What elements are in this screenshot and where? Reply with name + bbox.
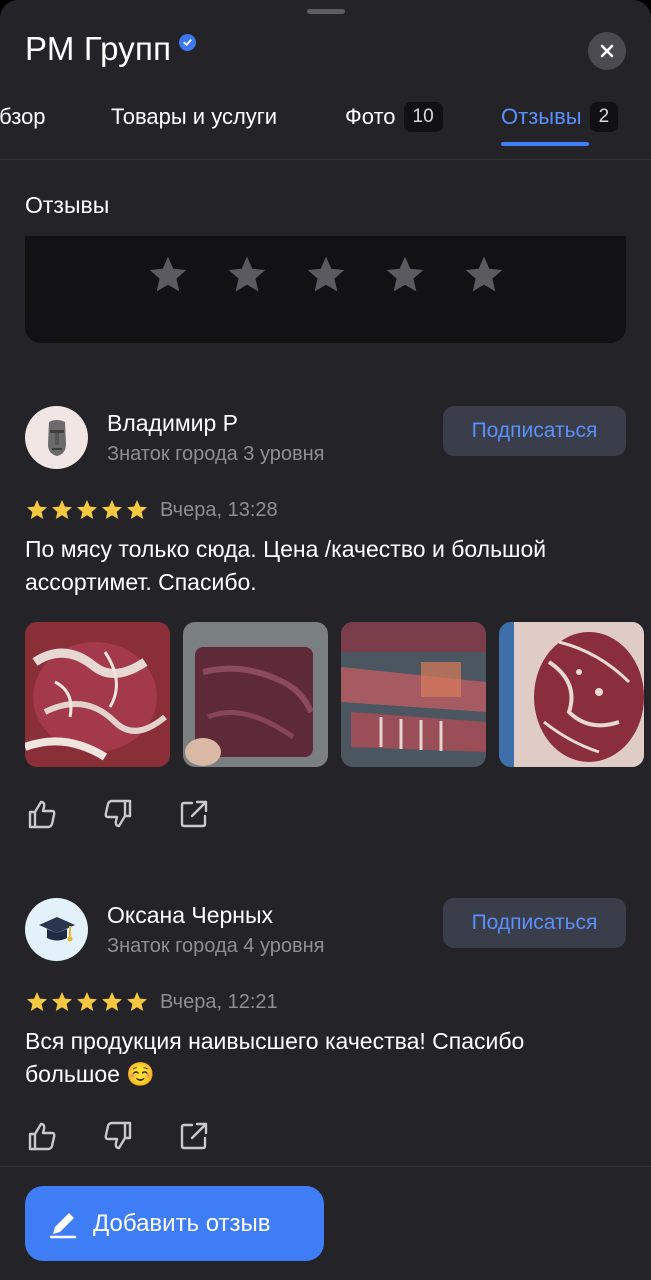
add-review-label: Добавить отзыв: [93, 1209, 271, 1237]
thumbs-up-icon[interactable]: [25, 797, 59, 831]
review-photos: [25, 622, 644, 767]
review-actions: [25, 1119, 211, 1153]
avatar[interactable]: [25, 406, 88, 469]
review-author[interactable]: Владимир Р: [107, 410, 238, 437]
tab-overview[interactable]: Обзор: [0, 98, 46, 136]
tab-reviews[interactable]: Отзывы 2: [501, 98, 619, 136]
star-icon: [52, 992, 72, 1011]
sheet-grabber[interactable]: [307, 9, 345, 14]
header: РМ Групп: [25, 30, 197, 68]
bottom-sheet: РМ Групп Обзор Товары и услуги Фото 10 О…: [0, 0, 651, 1280]
review-photo[interactable]: [341, 622, 486, 767]
close-button[interactable]: [588, 32, 626, 70]
star-icon: [102, 992, 122, 1011]
review-author-level: Знаток города 4 уровня: [107, 935, 325, 957]
pencil-icon: [49, 1212, 77, 1238]
rate-star-icon[interactable]: [304, 253, 348, 297]
star-icon: [77, 992, 97, 1011]
review-date: Вчера, 12:21: [160, 990, 278, 1013]
share-icon[interactable]: [177, 797, 211, 831]
footer-divider: [0, 1166, 651, 1167]
tab-label: Обзор: [0, 104, 46, 129]
review-photo[interactable]: [499, 622, 644, 767]
tab-label: Фото: [345, 104, 396, 129]
rate-star-icon[interactable]: [462, 253, 506, 297]
review-rating: Вчера, 12:21: [25, 990, 278, 1014]
thumbs-down-icon[interactable]: [101, 797, 135, 831]
tab-label: Товары и услуги: [111, 104, 278, 129]
review-author[interactable]: Оксана Черных: [107, 902, 273, 929]
avatar[interactable]: [25, 898, 88, 961]
review-photo[interactable]: [183, 622, 328, 767]
tab-count-badge: 2: [589, 102, 619, 132]
tab-goods-services[interactable]: Товары и услуги: [111, 98, 277, 136]
thumbs-up-icon[interactable]: [25, 1119, 59, 1153]
thumbs-down-icon[interactable]: [101, 1119, 135, 1153]
tab-photos[interactable]: Фото 10: [345, 98, 443, 136]
add-review-button[interactable]: Добавить отзыв: [25, 1186, 324, 1261]
review-stars: [25, 990, 150, 1014]
review-actions: [25, 797, 211, 831]
star-icon: [127, 992, 147, 1011]
tab-label: Отзывы: [501, 104, 582, 129]
rate-star-icon[interactable]: [383, 253, 427, 297]
subscribe-button[interactable]: Подписаться: [443, 898, 626, 948]
tab-count-badge: 10: [403, 102, 443, 132]
tab-bar: Обзор Товары и услуги Фото 10 Отзывы 2: [0, 98, 651, 160]
reviews-section-title: Отзывы: [25, 192, 110, 218]
star-icon: [127, 500, 147, 519]
review-stars: [25, 498, 150, 522]
star-icon: [102, 500, 122, 519]
rate-star-icon[interactable]: [146, 253, 190, 297]
close-icon: [600, 44, 614, 58]
graduation-cap-icon: [38, 916, 75, 941]
star-icon: [77, 500, 97, 519]
rate-star-icon[interactable]: [225, 253, 269, 297]
star-icon: [52, 500, 72, 519]
verified-check-icon: [179, 33, 197, 51]
rate-stars-panel: [25, 236, 626, 343]
review-author-level: Знаток города 3 уровня: [107, 443, 325, 465]
subscribe-button[interactable]: Подписаться: [443, 406, 626, 456]
moai-icon: [47, 419, 66, 456]
review-text: Вся продукция наивысшего качества! Спаси…: [25, 1028, 525, 1087]
share-icon[interactable]: [177, 1119, 211, 1153]
review-text: По мясу только сюда. Цена /качество и бо…: [25, 536, 547, 595]
star-icon: [27, 500, 47, 519]
review-photo[interactable]: [25, 622, 170, 767]
review-date: Вчера, 13:28: [160, 498, 278, 521]
review-rating: Вчера, 13:28: [25, 498, 278, 522]
active-tab-indicator: [501, 142, 589, 146]
page-title: РМ Групп: [25, 30, 172, 67]
star-icon: [27, 992, 47, 1011]
